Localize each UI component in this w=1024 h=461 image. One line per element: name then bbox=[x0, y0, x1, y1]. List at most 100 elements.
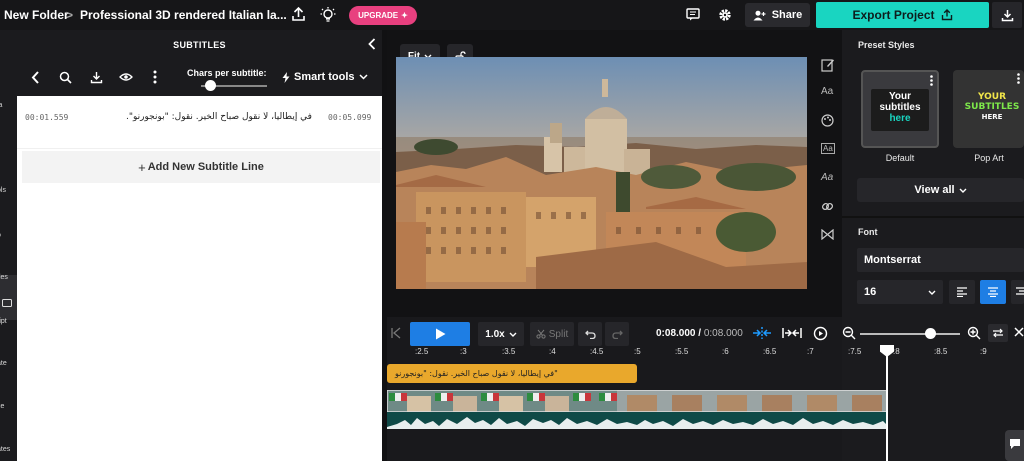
preset-pop-art-preview: YOUR SUBTITLES HERE bbox=[964, 92, 1020, 121]
preset-pop-art-label: Pop Art bbox=[974, 153, 1004, 163]
align-right-button[interactable] bbox=[1011, 280, 1024, 304]
share-label: Share bbox=[771, 9, 803, 21]
undo-button[interactable] bbox=[578, 322, 602, 346]
swap-view-button[interactable] bbox=[988, 324, 1008, 342]
rail-item-tools[interactable]: ols bbox=[0, 187, 6, 194]
breadcrumb-separator: > bbox=[66, 8, 74, 22]
rail-item-media[interactable]: ia bbox=[0, 102, 2, 109]
ruler-tick: :6 bbox=[722, 347, 729, 356]
collapse-panel-icon[interactable] bbox=[368, 38, 376, 50]
font-family-select[interactable]: Montserrat bbox=[857, 248, 1024, 272]
more-options-icon[interactable] bbox=[153, 70, 157, 84]
ruler-tick: :2.5 bbox=[415, 347, 429, 356]
download-icon bbox=[1001, 9, 1014, 22]
text-background-aa-icon[interactable]: Aa bbox=[821, 143, 835, 154]
ruler-tick: :4 bbox=[549, 347, 556, 356]
split-marker-icon[interactable] bbox=[752, 327, 772, 339]
zoom-out-icon[interactable] bbox=[842, 326, 856, 340]
subtitle-clip[interactable]: "في إيطاليا، لا نقول صباح الخير. نقول: "… bbox=[387, 364, 637, 383]
audio-waveform-track[interactable] bbox=[387, 412, 888, 429]
playhead-line[interactable] bbox=[886, 346, 888, 461]
share-button[interactable]: Share bbox=[745, 3, 810, 27]
timeline-zoom-handle[interactable] bbox=[924, 328, 936, 339]
subtitle-text[interactable]: في إيطاليا، لا نقول صباح الخير. نقول: "ب… bbox=[125, 112, 312, 122]
gear-icon[interactable] bbox=[718, 8, 732, 22]
preset-card-default[interactable]: Your subtitles here bbox=[861, 70, 939, 148]
download-icon[interactable] bbox=[90, 71, 103, 84]
upgrade-label: UPGRADE bbox=[358, 11, 399, 20]
audio-waveform bbox=[387, 417, 888, 429]
upgrade-button[interactable]: UPGRADE ✦ bbox=[349, 6, 417, 25]
video-frame[interactable] bbox=[396, 57, 807, 289]
smart-tools-button[interactable]: Smart tools bbox=[282, 71, 368, 83]
ruler-tick: :9 bbox=[980, 347, 987, 356]
timeline-zoom-slider[interactable] bbox=[860, 333, 960, 335]
ruler-tick: :3.5 bbox=[502, 347, 516, 356]
subtitle-clip-text: "في إيطاليا، لا نقول صباح الخير. نقول: "… bbox=[395, 369, 558, 378]
rail-item-video[interactable]: o bbox=[0, 232, 1, 239]
play-button[interactable] bbox=[410, 322, 470, 346]
search-icon[interactable] bbox=[59, 71, 72, 84]
lightbulb-icon[interactable] bbox=[320, 6, 336, 23]
total-duration: 0:08.000 bbox=[703, 328, 743, 339]
download-button[interactable] bbox=[992, 2, 1022, 28]
comment-icon[interactable] bbox=[686, 8, 700, 21]
upload-icon[interactable] bbox=[291, 6, 306, 22]
eye-icon[interactable] bbox=[119, 72, 133, 82]
subtitle-start-time[interactable]: 00:01.559 bbox=[25, 113, 68, 122]
rail-item-subtitles[interactable]: tles bbox=[0, 274, 8, 281]
rail-item-transcript[interactable]: ript bbox=[0, 318, 7, 325]
align-center-icon bbox=[987, 287, 999, 297]
chat-support-button[interactable] bbox=[1005, 430, 1024, 461]
align-center-button[interactable] bbox=[980, 280, 1006, 304]
breadcrumb-folder[interactable]: New Folder bbox=[4, 8, 69, 22]
text-style-aa-icon[interactable]: Aa bbox=[821, 86, 833, 97]
edit-icon[interactable] bbox=[821, 58, 835, 72]
export-project-button[interactable]: Export Project bbox=[816, 2, 989, 28]
palette-icon[interactable] bbox=[821, 114, 834, 127]
zoom-in-icon[interactable] bbox=[967, 326, 981, 340]
add-subtitle-line-label: Add New Subtitle Line bbox=[147, 161, 264, 173]
rail-item-voice[interactable]: ce bbox=[0, 403, 4, 410]
chevron-down-icon bbox=[959, 188, 967, 193]
redo-button[interactable] bbox=[605, 322, 629, 346]
snap-clock-icon[interactable] bbox=[813, 326, 828, 341]
add-user-icon bbox=[753, 10, 766, 21]
ruler-tick: :6.5 bbox=[763, 347, 777, 356]
video-clip-track[interactable] bbox=[387, 390, 888, 412]
align-left-button[interactable] bbox=[949, 280, 975, 304]
rail-subtitles-icon bbox=[2, 298, 12, 308]
font-size-value: 16 bbox=[864, 286, 877, 298]
fit-timeline-icon[interactable] bbox=[782, 327, 802, 339]
rail-item-translate[interactable]: ate bbox=[0, 360, 7, 367]
chars-per-subtitle-label: Chars per subtitle: bbox=[187, 68, 267, 78]
add-subtitle-line-button[interactable]: + Add New Subtitle Line bbox=[22, 151, 380, 183]
ruler-tick: :3 bbox=[460, 347, 467, 356]
chars-per-subtitle-handle[interactable] bbox=[204, 80, 216, 91]
more-options-icon[interactable] bbox=[1017, 73, 1020, 84]
video-thumbnail-strip bbox=[387, 390, 888, 412]
ruler-tick: :8 bbox=[893, 347, 900, 356]
chevron-down-icon bbox=[358, 74, 368, 80]
view-all-presets-button[interactable]: View all bbox=[857, 178, 1024, 202]
subtitle-end-time[interactable]: 00:05.099 bbox=[328, 113, 371, 122]
sparkle-icon: ✦ bbox=[401, 11, 408, 20]
export-icon bbox=[941, 9, 953, 21]
link-icon[interactable] bbox=[821, 200, 834, 213]
text-effect-aa-icon[interactable]: Aa bbox=[821, 172, 833, 183]
project-title[interactable]: Professional 3D rendered Italian la... bbox=[80, 8, 287, 22]
subtitle-row[interactable]: 00:01.559 في إيطاليا، لا نقول صباح الخير… bbox=[17, 96, 382, 149]
playback-speed-value: 1.0x bbox=[485, 328, 505, 340]
bowtie-icon[interactable] bbox=[821, 229, 834, 240]
back-icon[interactable] bbox=[31, 71, 40, 84]
playback-speed-select[interactable]: 1.0x bbox=[478, 322, 524, 346]
font-size-select[interactable]: 16 bbox=[857, 280, 943, 304]
close-icon[interactable] bbox=[1014, 327, 1024, 337]
timeline-ruler[interactable]: :2.5 :3 :3.5 :4 :4.5 :5 :5.5 :6 :6.5 :7 … bbox=[387, 346, 1024, 360]
ruler-tick: :7 bbox=[807, 347, 814, 356]
split-button[interactable]: Split bbox=[530, 322, 574, 346]
more-options-icon[interactable] bbox=[930, 75, 933, 86]
skip-to-start-icon[interactable] bbox=[391, 327, 401, 339]
preset-card-pop-art[interactable]: YOUR SUBTITLES HERE bbox=[953, 70, 1024, 148]
rail-item-templates[interactable]: ates bbox=[0, 446, 10, 453]
